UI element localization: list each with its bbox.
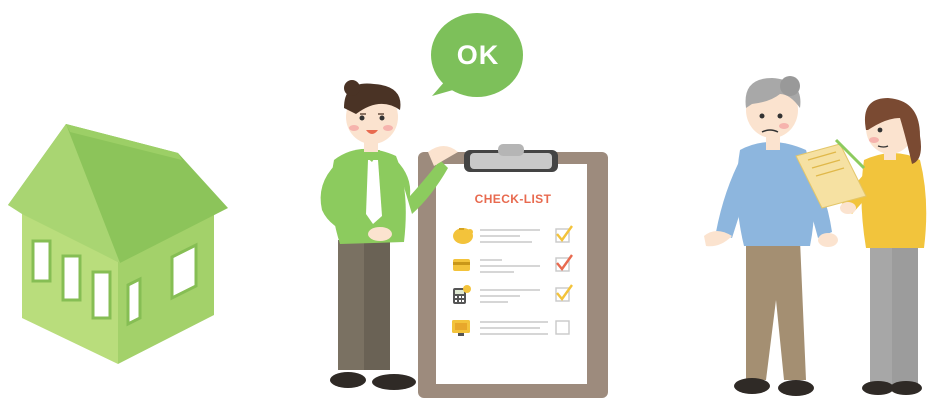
credit-card-icon [453, 259, 470, 271]
illustration-stage: OK CHECK-LIST [0, 0, 928, 398]
clipboard [418, 144, 608, 398]
house-icon [8, 124, 228, 364]
piggy-bank-icon [453, 228, 473, 244]
woman-advisor [795, 98, 927, 395]
checklist-title: CHECK-LIST [474, 192, 552, 206]
ok-bubble-text: OK [456, 39, 500, 70]
elderly-man [704, 76, 838, 396]
